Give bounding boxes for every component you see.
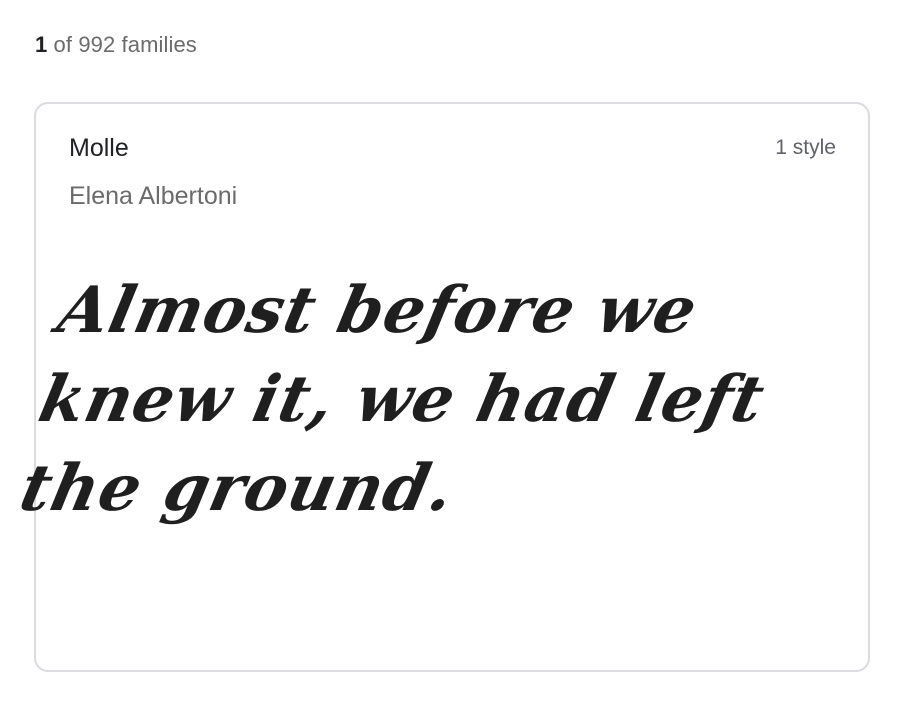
style-count: 1 style	[775, 136, 836, 159]
results-total-label: of 992 families	[47, 32, 197, 57]
font-designer: Elena Albertoni	[69, 182, 238, 210]
font-family-card[interactable]: Molle 1 style Elena Albertoni Almost bef…	[14, 102, 870, 672]
results-current-index: 1	[35, 32, 48, 57]
font-preview-text: Almost before we knew it, we had left th…	[13, 273, 772, 526]
font-family-name[interactable]: Molle	[69, 134, 129, 163]
results-count: 1 of 992 families	[35, 32, 197, 58]
